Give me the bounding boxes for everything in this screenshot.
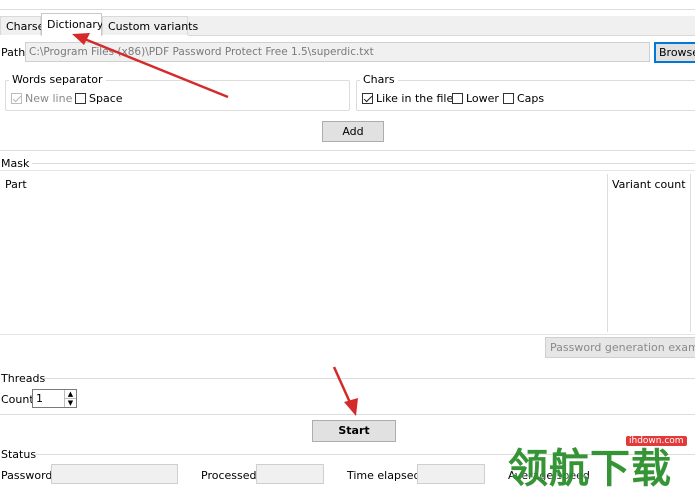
time-elapsed-field — [417, 464, 485, 484]
new-line-label: New line — [25, 92, 73, 105]
path-input[interactable]: C:\Program Files (x86)\PDF Password Prot… — [25, 42, 650, 62]
stepper-down-icon[interactable]: ▼ — [64, 398, 76, 407]
mask-title: Mask — [1, 157, 30, 170]
top-border — [0, 9, 695, 10]
threads-title-line — [44, 378, 695, 379]
password-generation-example-button[interactable]: Password generation example — [545, 337, 695, 358]
mask-list[interactable] — [0, 170, 695, 335]
tab-custom-variants[interactable]: Custom variants — [102, 16, 198, 35]
status-title: Status — [1, 448, 37, 461]
time-elapsed-label: Time elapsed — [347, 469, 421, 482]
watermark-logo: ihdown.com 领航下载 — [508, 430, 695, 492]
watermark-text: 领航下载 — [508, 446, 672, 492]
annotation-arrow-line-2 — [332, 366, 354, 408]
browse-button[interactable]: Browse — [654, 42, 695, 63]
password-label: Password — [1, 469, 53, 482]
password-status-field — [51, 464, 178, 484]
count-value: 1 — [36, 392, 43, 405]
tab-charset[interactable]: Charset — [0, 16, 49, 35]
like-in-file-label: Like in the file — [376, 92, 454, 105]
like-in-file-checkbox[interactable] — [362, 93, 373, 104]
processed-label: Processed — [201, 469, 257, 482]
count-stepper[interactable]: 1 ▲ ▼ — [32, 389, 77, 408]
mask-column-divider[interactable] — [607, 174, 608, 332]
tab-strip: Charset Dictionary Custom variants — [0, 13, 695, 36]
new-line-checkbox[interactable] — [11, 93, 22, 104]
lower-label: Lower — [466, 92, 499, 105]
mask-title-line — [32, 163, 695, 164]
mask-divider — [0, 150, 695, 151]
mask-column-part[interactable]: Part — [5, 178, 27, 191]
tab-dictionary[interactable]: Dictionary — [41, 13, 103, 36]
count-label: Count — [1, 393, 34, 406]
caps-checkbox[interactable] — [503, 93, 514, 104]
threads-title: Threads — [1, 372, 46, 385]
lower-checkbox[interactable] — [452, 93, 463, 104]
stepper-up-icon[interactable]: ▲ — [64, 390, 76, 398]
mask-column-divider-2 — [690, 174, 691, 332]
add-button[interactable]: Add — [322, 121, 384, 142]
threads-bottom-line — [0, 414, 695, 415]
caps-label: Caps — [517, 92, 545, 105]
mask-column-variant-count[interactable]: Variant count — [612, 178, 686, 191]
space-checkbox[interactable] — [75, 93, 86, 104]
words-separator-title: Words separator — [9, 73, 106, 86]
space-label: Space — [89, 92, 123, 105]
start-button[interactable]: Start — [312, 420, 396, 442]
processed-field — [256, 464, 324, 484]
chars-title: Chars — [360, 73, 398, 86]
path-label: Path — [1, 46, 26, 59]
tab-strip-baseline — [188, 35, 695, 36]
